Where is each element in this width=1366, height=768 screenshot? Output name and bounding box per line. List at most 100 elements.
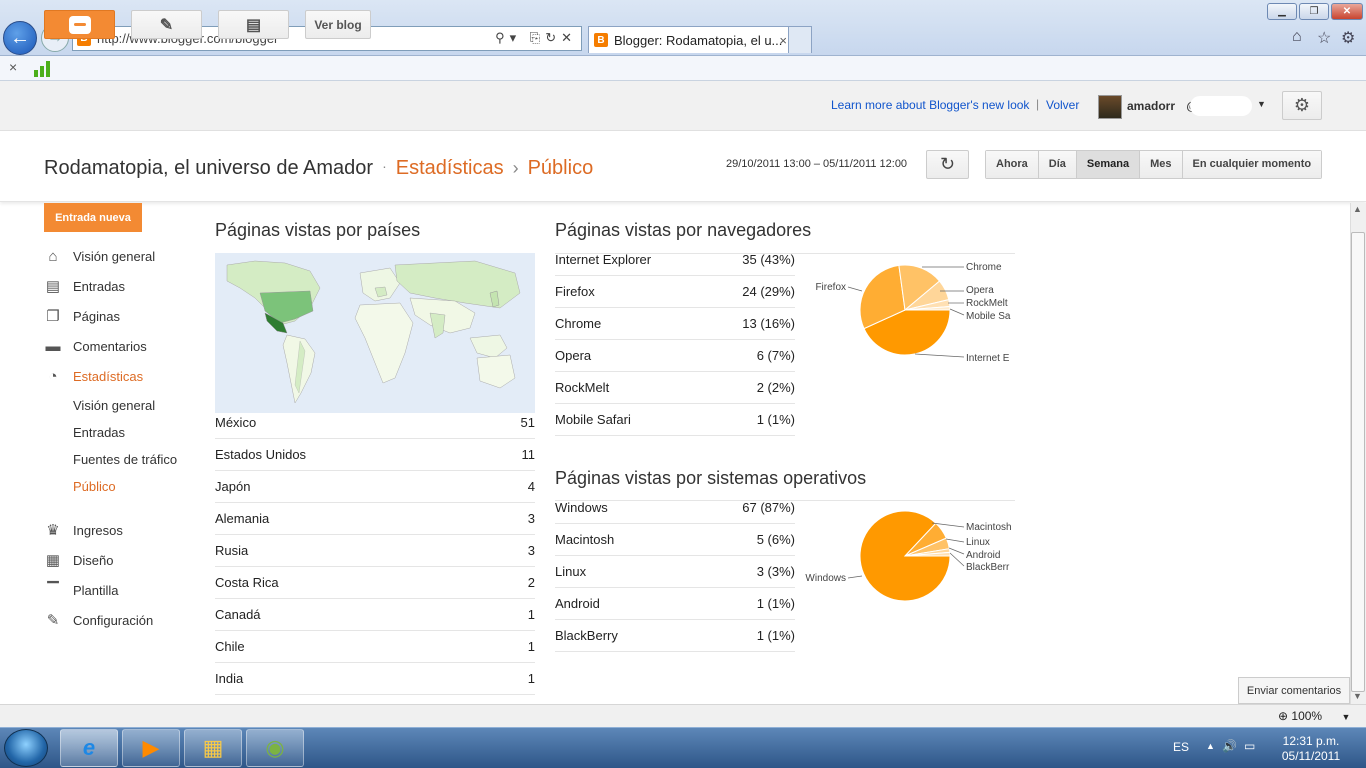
close-bar-icon[interactable]: × <box>9 59 17 75</box>
row-label: Android <box>555 596 600 611</box>
sidebar-item[interactable]: ▤ Entradas <box>44 276 125 296</box>
row-value: 35 (43%) <box>742 252 795 267</box>
maximize-button[interactable]: ❐ <box>1299 3 1329 20</box>
table-row: BlackBerry 1 (1%) <box>555 620 795 652</box>
sidebar-item[interactable]: ▦ Diseño <box>44 550 114 570</box>
row-value: 3 <box>527 543 535 558</box>
scroll-down-icon[interactable]: ▼ <box>1353 691 1362 701</box>
sidebar-item[interactable]: ♛ Ingresos <box>44 520 123 540</box>
row-value: 1 (1%) <box>756 412 795 427</box>
close-window-button[interactable]: ✕ <box>1331 3 1363 20</box>
status-bar <box>0 704 1366 727</box>
learn-more-link[interactable]: Learn more about Blogger's new look <box>831 98 1029 112</box>
new-post-pencil-button[interactable]: ✎ <box>131 10 202 39</box>
row-label: Costa Rica <box>215 575 279 590</box>
browsers-pie-chart: Chrome Opera RockMelt Mobile Sa Internet E Fi… <box>815 262 1011 364</box>
refresh-button[interactable]: ↻ <box>926 150 969 179</box>
row-value: 2 (2%) <box>756 380 795 395</box>
taskbar-media-player-icon[interactable]: ▶ <box>122 729 180 767</box>
sidebar-item[interactable]: ▔ Plantilla <box>44 580 118 600</box>
sidebar-item[interactable]: ❐ Páginas <box>44 306 120 326</box>
pie-label: Android <box>966 550 1000 561</box>
new-tab-button[interactable] <box>788 26 812 53</box>
blogger-home-button[interactable] <box>44 10 115 39</box>
favorites-star-icon[interactable]: ☆ <box>1317 28 1331 48</box>
header-separator: | <box>1036 97 1040 111</box>
sidebar-item[interactable]: ▬ Comentarios <box>44 336 147 356</box>
start-button[interactable] <box>4 729 48 767</box>
pie-leader-line <box>949 552 965 567</box>
taskbar-ie-icon[interactable]: e <box>60 729 118 767</box>
tools-gear-icon[interactable]: ⚙ <box>1341 28 1355 48</box>
chevron-down-icon[interactable]: ▼ <box>1257 99 1266 109</box>
tab-blogger[interactable]: B Blogger: Rodamatopia, el u... × <box>588 26 812 53</box>
tab-close-icon[interactable]: × <box>779 33 787 48</box>
chevron-down-icon[interactable]: ▼ <box>1341 712 1350 722</box>
tray-expand-icon[interactable]: ▲ <box>1206 741 1215 751</box>
row-label: Canadá <box>215 607 261 622</box>
taskbar-explorer-folder-icon[interactable]: ▦ <box>184 729 242 767</box>
pie-label: Mobile Sa <box>966 311 1011 322</box>
breadcrumb-stats[interactable]: Estadísticas <box>396 157 504 179</box>
row-label: Chile <box>215 639 245 654</box>
row-label: RockMelt <box>555 380 610 395</box>
row-label: Chrome <box>555 316 602 331</box>
sidebar-item[interactable]: ✎ Configuración <box>44 610 154 630</box>
avatar[interactable] <box>1098 95 1122 119</box>
table-row: Rusia 3 <box>215 535 535 567</box>
sidebar-subitem[interactable]: Público <box>73 479 116 494</box>
pie-label: BlackBerr <box>966 562 1010 573</box>
row-label: India <box>215 671 244 686</box>
scrollbar-thumb[interactable] <box>1351 232 1365 692</box>
pie-label: Internet E <box>966 353 1010 364</box>
zoom-level[interactable]: ⊕ 100% ▼ <box>1278 709 1350 723</box>
view-blog-button[interactable]: Ver blog <box>305 10 371 39</box>
date-range: 29/10/2011 13:00 – 05/11/2011 12:00 <box>726 158 908 170</box>
world-map[interactable] <box>215 253 535 413</box>
row-label: Internet Explorer <box>555 252 652 267</box>
table-row: Firefox 24 (29%) <box>555 276 795 308</box>
sidebar-item-label: Estadísticas <box>73 368 144 384</box>
volver-link[interactable]: Volver <box>1046 98 1079 112</box>
table-row: Japón 4 <box>215 471 535 503</box>
sidebar-subitem[interactable]: Visión general <box>73 398 155 413</box>
row-value: 5 (6%) <box>756 532 795 547</box>
home-icon[interactable]: ⌂ <box>1292 28 1302 46</box>
network-icon[interactable]: ▭ <box>1244 739 1255 753</box>
row-label: Rusia <box>215 543 249 558</box>
send-feedback-button[interactable]: Enviar comentarios <box>1238 677 1350 704</box>
sidebar-item[interactable]: ⌂ Visión general <box>44 246 155 266</box>
period-button[interactable]: Semana <box>1075 151 1140 178</box>
period-button[interactable]: En cualquier momento <box>1181 151 1322 178</box>
sidebar-subitem[interactable]: Fuentes de tráfico <box>73 452 177 467</box>
layout-icon: ▦ <box>45 552 61 569</box>
address-tools-icon[interactable]: ⚲▾ ⎘↻✕ <box>495 30 577 46</box>
sidebar-item-label: Diseño <box>73 552 114 568</box>
table-row: Windows 67 (87%) <box>555 492 795 524</box>
minimize-button[interactable]: ▁ <box>1267 3 1297 20</box>
table-row: Mobile Safari 1 (1%) <box>555 404 795 436</box>
row-value: 2 <box>527 575 535 590</box>
table-row: Opera 6 (7%) <box>555 340 795 372</box>
sidebar-item[interactable]: ◔ Estadísticas <box>44 366 143 386</box>
period-button[interactable]: Día <box>1037 151 1076 178</box>
os-table: Windows 67 (87%) Macintosh 5 (6%) Linux 3 (3%… <box>555 492 795 652</box>
pie-label: Opera <box>966 285 994 296</box>
row-value: 13 (16%) <box>742 316 795 331</box>
settings-gear-button[interactable]: ⚙ <box>1282 91 1322 120</box>
clock[interactable]: 12:31 p.m. 05/11/2011 <box>1280 734 1342 764</box>
row-label: Macintosh <box>555 532 615 547</box>
language-indicator[interactable]: ES <box>1173 740 1189 754</box>
blog-title[interactable]: Rodamatopia, el universo de Amador <box>44 157 373 179</box>
taskbar-app-icon[interactable]: ◉ <box>246 729 304 767</box>
scroll-up-icon[interactable]: ▲ <box>1353 204 1362 214</box>
posts-list-button[interactable]: ▤ <box>218 10 289 39</box>
user-name[interactable]: amadorr @ <box>1127 99 1198 113</box>
new-post-button[interactable]: Entrada nueva <box>44 203 142 232</box>
tab-title: Blogger: Rodamatopia, el u... <box>614 32 783 48</box>
sidebar-subitem[interactable]: Entradas <box>73 425 125 440</box>
back-button[interactable]: ← <box>3 21 37 55</box>
period-button[interactable]: Ahora <box>986 151 1038 178</box>
period-button[interactable]: Mes <box>1139 151 1182 178</box>
volume-icon[interactable]: 🔊 <box>1222 739 1237 753</box>
